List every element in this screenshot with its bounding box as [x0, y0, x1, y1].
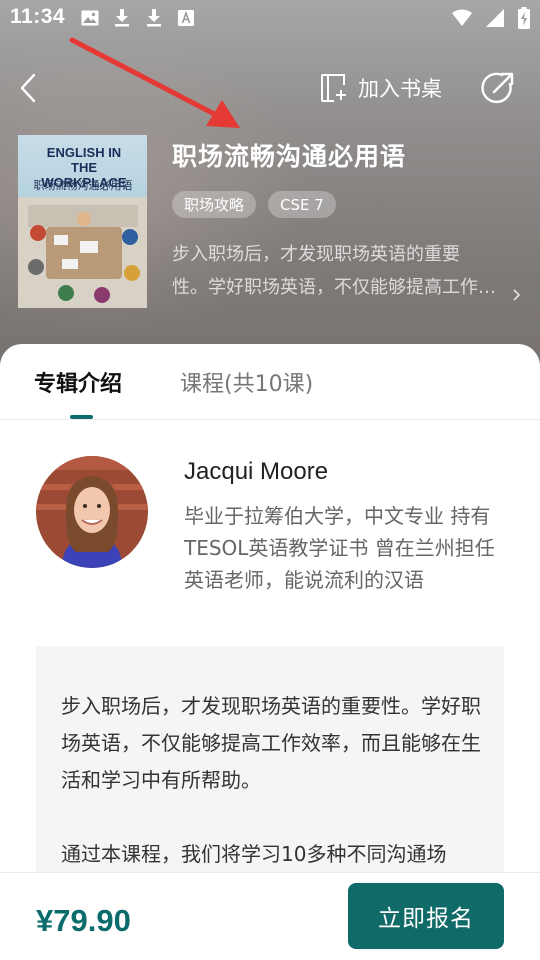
teacher-bio: 毕业于拉筹伯大学，中文专业 持有TESOL英语教学证书 曾在兰州担任英语老师，能…: [184, 504, 495, 592]
tag-level[interactable]: CSE 7: [268, 191, 336, 218]
tab-bar: 专辑介绍 课程(共10课): [0, 344, 540, 420]
album-intro-box: 步入职场后，才发现职场英语的重要性。学好职场英语，不仅能够提高工作效率，而且能够…: [36, 646, 504, 876]
course-price: ¥79.90: [36, 903, 131, 938]
course-title: 职场流畅沟通必用语: [172, 142, 407, 171]
tab-album-intro[interactable]: 专辑介绍: [34, 366, 122, 398]
cover-photo: [18, 197, 147, 308]
description-line: 性。学好职场英语，不仅能够提高工作效率: [172, 277, 504, 298]
tag-category[interactable]: 职场攻略: [172, 191, 257, 218]
description-line: 步入职场后，才发现职场英语的重要: [172, 244, 460, 265]
enroll-button[interactable]: 立即报名: [348, 883, 504, 949]
course-description[interactable]: 步入职场后，才发现职场英语的重要 性。学好职场英语，不仅能够提高工作效率: [172, 238, 510, 304]
active-tab-indicator: [70, 415, 93, 419]
course-cover-image[interactable]: ENGLISH IN THE WORKPLACE 职场流畅沟通必用语: [18, 135, 147, 308]
cover-subtitle: 职场流畅沟通必用语: [33, 179, 133, 192]
teacher-name: Jacqui Moore: [184, 458, 329, 485]
chevron-right-icon[interactable]: [510, 286, 524, 304]
avatar-photo: [36, 456, 148, 568]
teacher-avatar[interactable]: [36, 456, 148, 568]
content-sheet: 专辑介绍 课程(共10课) Jacqui Moore 毕业于拉筹伯大学，中文专业…: [0, 344, 540, 960]
bottom-action-bar: ¥79.90 立即报名: [0, 872, 540, 960]
intro-paragraph: 步入职场后，才发现职场英语的重要性。学好职场英语，不仅能够提高工作效率，而且能够…: [61, 694, 481, 792]
course-tags: 职场攻略 CSE 7: [172, 191, 336, 218]
intro-paragraph: 通过本课程，我们将学习10多种不同沟通场: [61, 842, 447, 866]
tab-course-list[interactable]: 课程(共10课): [180, 366, 313, 398]
